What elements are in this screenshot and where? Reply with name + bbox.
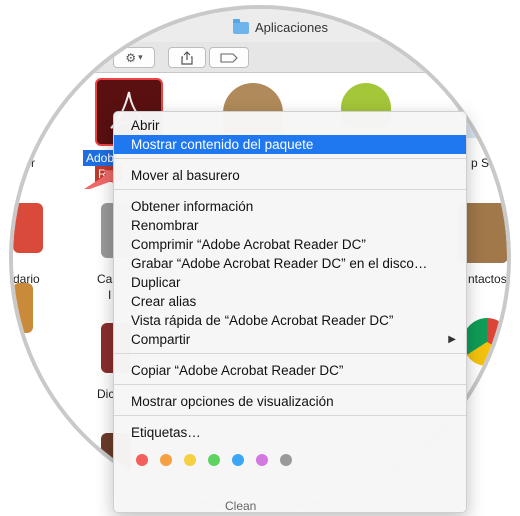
window-toolbar: ⚙ ▾ — [13, 42, 507, 73]
menu-item-quick-look[interactable]: Vista rápida de “Adobe Acrobat Reader DC… — [114, 311, 466, 330]
partial-label-contacts: ntactos — [468, 272, 507, 286]
menu-separator — [114, 384, 466, 385]
menu-item-show-view-options[interactable]: Mostrar opciones de visualización — [114, 392, 466, 411]
partial-label-left-top: r — [31, 156, 35, 170]
partial-label-right-top: p S — [471, 156, 490, 170]
menu-item-rename[interactable]: Renombrar — [114, 216, 466, 235]
window-title-text: Aplicaciones — [255, 20, 328, 35]
context-menu: Abrir Mostrar contenido del paquete Move… — [113, 111, 467, 513]
partial-label-bottom: Clean — [225, 499, 257, 513]
chevron-right-icon: ▶ — [448, 334, 456, 345]
tag-button[interactable] — [209, 47, 249, 68]
menu-item-show-package-contents[interactable]: Mostrar contenido del paquete — [114, 135, 466, 154]
selected-app-label: Adob — [83, 150, 118, 166]
chrome-app-icon[interactable] — [463, 318, 507, 366]
menu-separator — [114, 158, 466, 159]
menu-separator — [114, 189, 466, 190]
tag-color-orange[interactable] — [160, 454, 172, 466]
menu-item-get-info[interactable]: Obtener información — [114, 197, 466, 216]
tag-color-red[interactable] — [136, 454, 148, 466]
menu-item-open[interactable]: Abrir — [114, 116, 466, 135]
menu-item-move-to-trash[interactable]: Mover al basurero — [114, 166, 466, 185]
tag-icon — [220, 52, 238, 63]
calendar-app-icon[interactable] — [13, 203, 43, 253]
window-title: Aplicaciones — [233, 18, 328, 35]
partial-label-calculator: Ca — [97, 272, 113, 286]
partial-app-icon-left[interactable] — [13, 283, 33, 333]
menu-item-tags[interactable]: Etiquetas… — [114, 423, 466, 442]
action-button[interactable]: ⚙ ▾ — [113, 47, 155, 68]
menu-item-compress[interactable]: Comprimir “Adobe Acrobat Reader DC” — [114, 235, 466, 254]
menu-item-share-label: Compartir — [131, 332, 191, 347]
folder-icon — [233, 18, 249, 34]
menu-item-duplicate[interactable]: Duplicar — [114, 273, 466, 292]
share-button[interactable] — [168, 47, 206, 68]
tag-color-green[interactable] — [208, 454, 220, 466]
menu-item-share[interactable]: Compartir ▶ — [114, 330, 466, 349]
partial-label-dictionary: Dic — [97, 387, 115, 401]
window-titlebar: Aplicaciones — [13, 9, 507, 44]
share-icon — [181, 50, 193, 65]
menu-item-copy[interactable]: Copiar “Adobe Acrobat Reader DC” — [114, 361, 466, 380]
partial-label-calculator-2: I — [108, 288, 112, 302]
tag-color-gray[interactable] — [280, 454, 292, 466]
menu-item-burn[interactable]: Grabar “Adobe Acrobat Reader DC” en el d… — [114, 254, 466, 273]
chevron-down-icon: ▾ — [138, 52, 143, 62]
tag-color-yellow[interactable] — [184, 454, 196, 466]
gear-icon: ⚙ — [125, 50, 137, 65]
menu-separator — [114, 415, 466, 416]
tag-color-purple[interactable] — [256, 454, 268, 466]
menu-item-make-alias[interactable]: Crear alias — [114, 292, 466, 311]
tag-color-blue[interactable] — [232, 454, 244, 466]
menu-separator — [114, 353, 466, 354]
